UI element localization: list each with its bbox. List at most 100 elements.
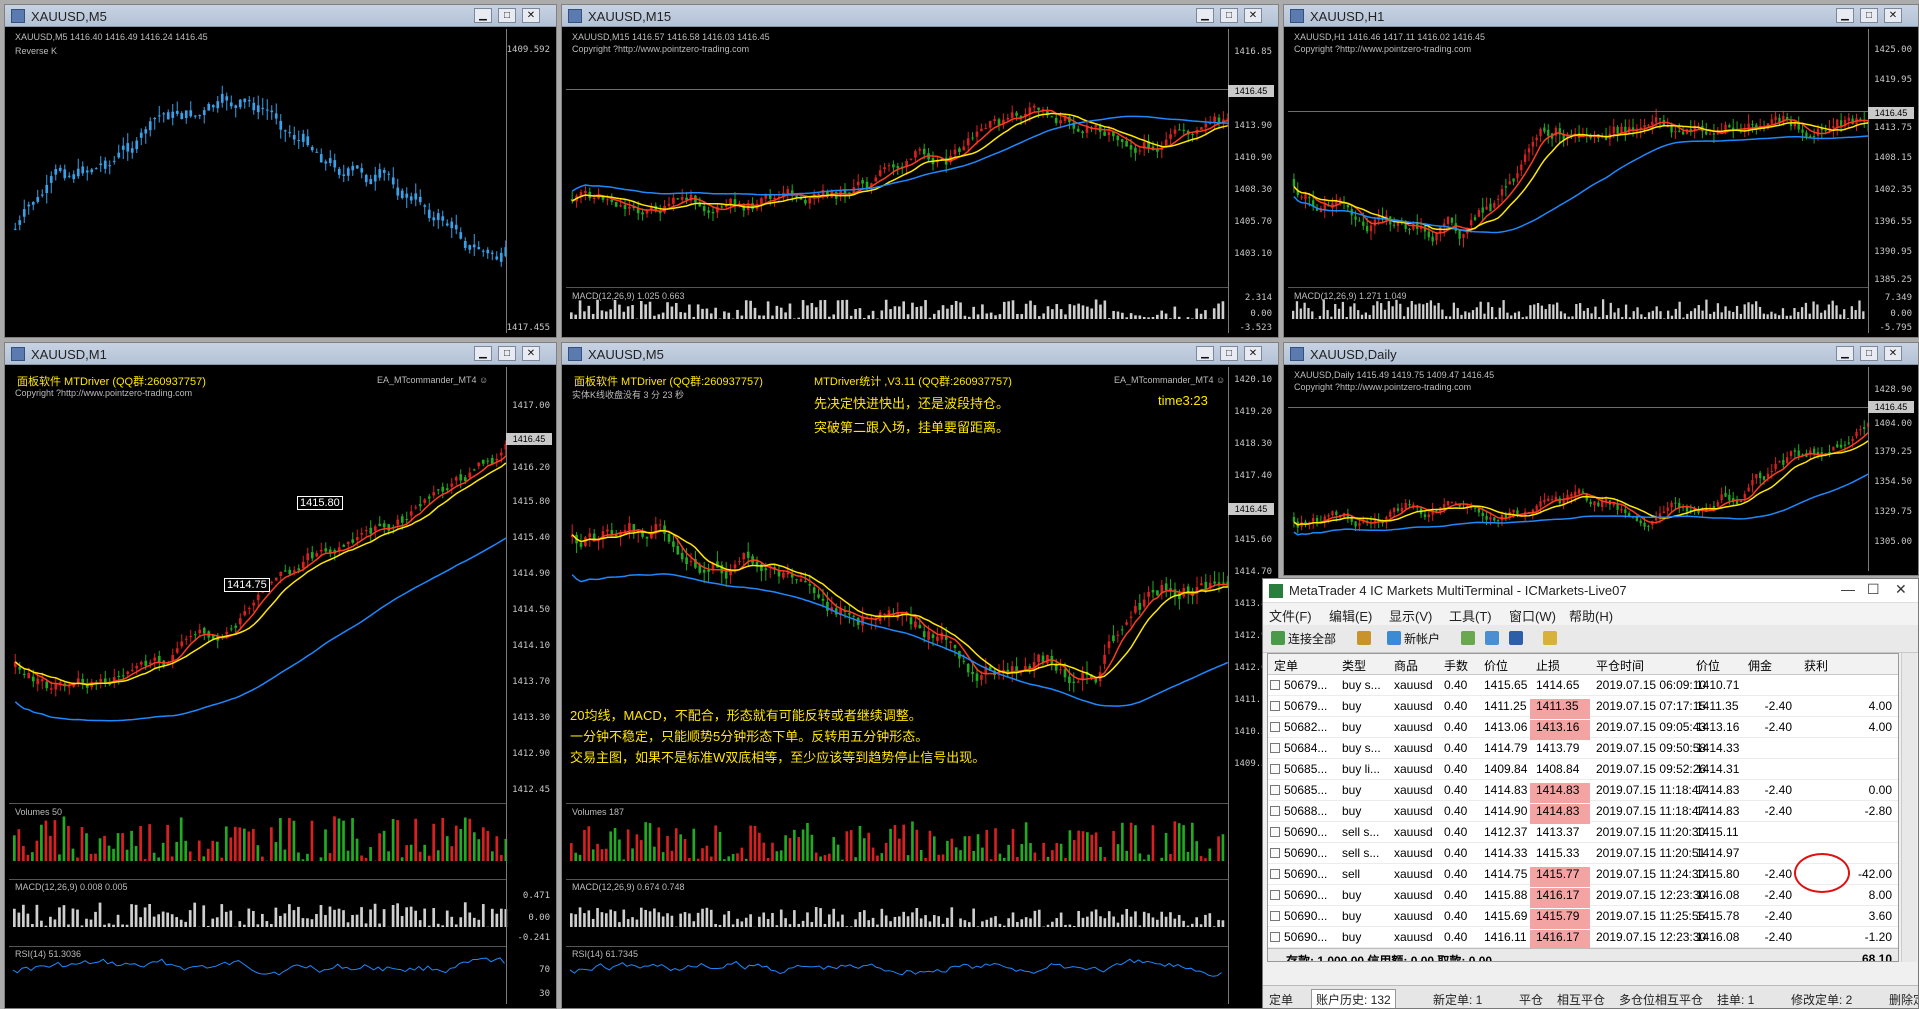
minimize-button[interactable]: ▁ <box>1196 346 1214 361</box>
chart-canvas[interactable]: XAUUSD,M5 1416.40 1416.49 1416.24 1416.4… <box>9 29 552 333</box>
column-header[interactable]: 佣金 <box>1748 657 1772 674</box>
terminal-tab[interactable]: 修改定单: 2 <box>1791 991 1852 1008</box>
histogram-bar <box>1387 301 1390 319</box>
maximize-button[interactable]: ☐ <box>1867 581 1880 598</box>
column-header[interactable]: 价位 <box>1484 657 1508 674</box>
window-titlebar[interactable]: XAUUSD,Daily ▁ □ ✕ <box>1284 343 1918 365</box>
window-titlebar[interactable]: XAUUSD,M1 ▁ □ ✕ <box>5 343 556 365</box>
terminal-tab[interactable]: 挂单: 1 <box>1717 991 1754 1008</box>
candle-body <box>676 198 680 200</box>
terminal-tab[interactable]: 平仓 <box>1519 991 1543 1008</box>
accounts-button[interactable] <box>1357 630 1377 648</box>
terminal-tab[interactable]: 新定单: 1 <box>1433 991 1482 1008</box>
terminal-titlebar[interactable]: MetaTrader 4 IC Markets MultiTerminal - … <box>1263 579 1918 603</box>
chart-button[interactable] <box>1461 630 1479 648</box>
chart-canvas[interactable]: XAUUSD,Daily 1415.49 1419.75 1409.47 141… <box>1288 367 1914 571</box>
terminal-tab[interactable]: 账户历史: 132 <box>1311 989 1396 1008</box>
window-titlebar[interactable]: XAUUSD,M15 ▁ □ ✕ <box>562 5 1278 27</box>
close-button[interactable]: ✕ <box>522 8 540 23</box>
price-tick: 1428.90 <box>1874 385 1912 395</box>
table-row[interactable]: 50685... buy xauusd 0.40 1414.83 1414.83 2019.… <box>1268 780 1898 803</box>
histogram-bar <box>884 915 888 927</box>
column-header[interactable]: 手数 <box>1444 657 1468 674</box>
table-row[interactable]: 50679... buy xauusd 0.40 1411.25 1411.35 2019.… <box>1268 696 1898 719</box>
vertical-scrollbar[interactable] <box>1901 653 1917 962</box>
table-row[interactable]: 50690... buy xauusd 0.40 1416.11 1416.17 2019.… <box>1268 927 1898 950</box>
column-header[interactable]: 止损 <box>1536 657 1560 674</box>
chart-canvas[interactable]: 面板软件 MTDriver (QQ群:260937757) MTDriver统计… <box>566 367 1274 1004</box>
chart-canvas[interactable]: 面板软件 MTDriver (QQ群:260937757) EA_MTcomma… <box>9 367 552 1004</box>
column-header[interactable]: 平仓时间 <box>1596 657 1644 674</box>
chart-window-h1[interactable]: XAUUSD,H1 ▁ □ ✕ XAUUSD,H1 1416.46 1417.1… <box>1283 4 1919 338</box>
table-row[interactable]: 50688... buy xauusd 0.40 1414.90 1414.83 2019.… <box>1268 801 1898 824</box>
maximize-button[interactable]: □ <box>1860 346 1878 361</box>
histogram-bar <box>1456 307 1459 319</box>
terminal-window[interactable]: MetaTrader 4 IC Markets MultiTerminal - … <box>1262 578 1919 1009</box>
close-button[interactable]: ✕ <box>1244 8 1262 23</box>
column-header[interactable]: 商品 <box>1394 657 1418 674</box>
histogram-bar <box>714 924 717 927</box>
window-button[interactable] <box>1509 630 1527 648</box>
column-header[interactable]: 定单 <box>1274 657 1298 674</box>
close-button[interactable]: ✕ <box>1884 346 1902 361</box>
histogram-bar <box>1770 311 1773 319</box>
minimize-button[interactable]: ▁ <box>1836 346 1854 361</box>
column-header[interactable]: 价位 <box>1696 657 1720 674</box>
terminal-tab[interactable]: 多仓位相互平仓 <box>1619 991 1703 1008</box>
connect-all-button[interactable]: 连接全部 <box>1271 630 1336 648</box>
menu-tools[interactable]: 工具(T) <box>1449 606 1492 625</box>
minimize-button[interactable]: ▁ <box>1196 8 1214 23</box>
column-header[interactable]: 获利 <box>1804 657 1828 674</box>
terminal-tab[interactable]: 相互平仓 <box>1557 991 1605 1008</box>
table-row[interactable]: 50682... buy xauusd 0.40 1413.06 1413.16 2019.… <box>1268 717 1898 740</box>
table-row[interactable]: 50679... buy s... xauusd 0.40 1415.65 1414.65… <box>1268 675 1898 696</box>
chart-canvas[interactable]: XAUUSD,M15 1416.57 1416.58 1416.03 1416.… <box>566 29 1274 333</box>
window-titlebar[interactable]: XAUUSD,H1 ▁ □ ✕ <box>1284 5 1918 27</box>
menu-window[interactable]: 窗口(W) <box>1509 606 1556 625</box>
close-button[interactable]: ✕ <box>1884 8 1902 23</box>
menu-help[interactable]: 帮助(H) <box>1569 606 1613 625</box>
minimize-button[interactable]: ▁ <box>474 346 492 361</box>
maximize-button[interactable]: □ <box>498 8 516 23</box>
maximize-button[interactable]: □ <box>1220 346 1238 361</box>
maximize-button[interactable]: □ <box>1860 8 1878 23</box>
candle-body <box>1678 130 1681 132</box>
table-row[interactable]: 50685... buy li... xauusd 0.40 1409.84 1408.8… <box>1268 759 1898 780</box>
bid-line <box>566 89 1228 90</box>
window-titlebar[interactable]: XAUUSD,M5 ▁ □ ✕ <box>5 5 556 27</box>
chart-canvas[interactable]: XAUUSD,H1 1416.46 1417.11 1416.02 1416.4… <box>1288 29 1914 333</box>
chart-window-daily[interactable]: XAUUSD,Daily ▁ □ ✕ XAUUSD,Daily 1415.49 … <box>1283 342 1919 576</box>
minimize-button[interactable]: — <box>1841 581 1855 597</box>
minimize-button[interactable]: ▁ <box>474 8 492 23</box>
histogram-bar <box>211 918 215 927</box>
options-button[interactable] <box>1543 630 1561 648</box>
chart-window-m5-b[interactable]: XAUUSD,M5 ▁ □ ✕ 面板软件 MTDriver (QQ群:26093… <box>561 342 1279 1009</box>
table-row[interactable]: 50684... buy s... xauusd 0.40 1414.79 1413.79… <box>1268 738 1898 759</box>
menu-view[interactable]: 显示(V) <box>1389 606 1432 625</box>
close-button[interactable]: ✕ <box>1895 581 1907 598</box>
group-button[interactable] <box>1485 630 1503 648</box>
close-button[interactable]: ✕ <box>522 346 540 361</box>
chart-window-m15[interactable]: XAUUSD,M15 ▁ □ ✕ XAUUSD,M15 1416.57 1416… <box>561 4 1279 338</box>
chart-window-m5-a[interactable]: XAUUSD,M5 ▁ □ ✕ XAUUSD,M5 1416.40 1416.4… <box>4 4 557 338</box>
menu-edit[interactable]: 编辑(E) <box>1329 606 1372 625</box>
histogram-bar <box>583 311 586 319</box>
table-row[interactable]: 50690... buy xauusd 0.40 1415.69 1415.79 2019.… <box>1268 906 1898 929</box>
menu-file[interactable]: 文件(F) <box>1269 606 1312 625</box>
minimize-button[interactable]: ▁ <box>1836 8 1854 23</box>
new-account-button[interactable]: 新帐户 <box>1387 630 1440 648</box>
column-header[interactable]: 类型 <box>1342 657 1366 674</box>
candle-body <box>1570 493 1573 497</box>
close-button[interactable]: ✕ <box>1244 346 1262 361</box>
candle-body <box>31 676 35 682</box>
terminal-tab[interactable]: 定单 <box>1269 991 1293 1008</box>
candle-body <box>351 165 355 171</box>
window-titlebar[interactable]: XAUUSD,M5 ▁ □ ✕ <box>562 343 1278 365</box>
terminal-tab[interactable]: 删除定单 <box>1889 991 1918 1008</box>
maximize-button[interactable]: □ <box>498 346 516 361</box>
maximize-button[interactable]: □ <box>1220 8 1238 23</box>
chart-window-m1[interactable]: XAUUSD,M1 ▁ □ ✕ 面板软件 MTDriver (QQ群:26093… <box>4 342 557 1009</box>
histogram-bar <box>1414 304 1417 319</box>
table-row[interactable]: 50690... sell s... xauusd 0.40 1412.37 1413.3… <box>1268 822 1898 843</box>
price-tick: 1404.00 <box>1874 419 1912 429</box>
